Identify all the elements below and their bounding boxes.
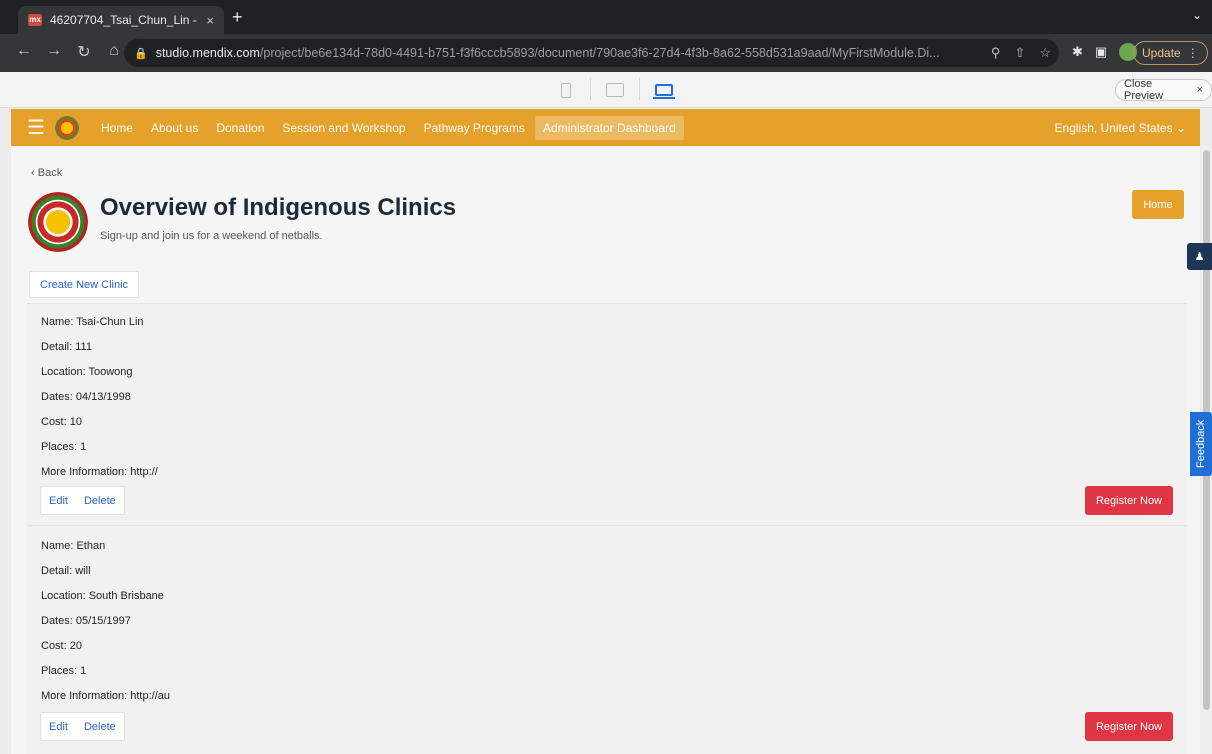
card-action-group: Edit Delete [40,486,125,515]
clinic-location: Location: South Brisbane [41,590,164,602]
clinic-detail: Detail: 111 [41,341,92,353]
divider [590,78,591,100]
phone-icon [561,82,571,98]
nav-home[interactable]: Home [93,116,141,140]
close-preview-button[interactable]: Close Preview × [1115,78,1212,102]
page-subtitle: Sign-up and join us for a weekend of net… [100,230,323,242]
tablet-view-button[interactable] [601,78,629,102]
clinic-dates: Dates: 04/13/1998 [41,391,131,403]
phone-view-button[interactable] [552,78,580,102]
nav-links: Home About us Donation Session and Works… [93,115,686,140]
chevron-left-icon: ‹ [31,167,38,179]
hamburger-menu-icon[interactable]: ☰ [27,115,45,140]
close-icon: × [1196,84,1203,96]
address-bar[interactable]: 🔒 studio.mendix.com /project/be6e134d-78… [124,39,1059,67]
browser-tab[interactable]: mx 46207704_Tsai_Chun_Lin - [D × [18,6,224,34]
tab-strip: mx 46207704_Tsai_Chun_Lin - [D × + ⌄ [0,0,1212,34]
mendix-favicon-icon: mx [28,14,42,26]
page-title: Overview of Indigenous Clinics [100,194,457,221]
edit-button[interactable]: Edit [41,721,76,733]
home-button[interactable]: Home [1132,190,1184,219]
nav-about-us[interactable]: About us [143,116,206,140]
language-label: English, United States [1054,120,1173,135]
extensions-icon[interactable]: ✱ [1072,44,1083,60]
create-new-clinic-button[interactable]: Create New Clinic [29,271,140,298]
sidepanel-icon[interactable]: ▣ [1095,44,1107,60]
close-preview-label: Close Preview [1124,78,1164,102]
clinic-places: Places: 1 [41,665,87,677]
home-icon[interactable]: ⌂ [102,42,126,62]
register-now-button[interactable]: Register Now [1085,712,1173,741]
new-tab-button[interactable]: + [232,7,243,28]
url-path: /project/be6e134d-78d0-4491-b751-f3f6ccc… [259,46,940,60]
clinic-detail: Detail: will [41,565,91,577]
language-selector[interactable]: English, United States ⌄ [1055,121,1186,135]
edit-button[interactable]: Edit [41,495,76,507]
back-link[interactable]: ‹ Back [31,167,62,179]
clinic-card: Name: Tsai-Chun Lin Detail: 111 Location… [27,303,1187,525]
main-content: ‹ Back Overview of Indigenous Clinics Si… [11,146,1200,754]
update-button[interactable]: Update ⋮ [1133,41,1208,65]
clinic-cost: Cost: 20 [41,640,82,652]
back-arrow-icon[interactable]: ← [12,42,36,62]
clinic-name: Name: Tsai-Chun Lin [41,316,144,328]
desktop-icon [653,84,675,99]
share-icon[interactable]: ⇧ [1014,45,1025,61]
card-action-group: Edit Delete [40,712,125,741]
clinic-location: Location: Toowong [41,366,133,378]
browser-toolbar: ← → ↻ ⌂ 🔒 studio.mendix.com /project/be6… [0,34,1212,72]
tab-title: 46207704_Tsai_Chun_Lin - [D [50,13,201,27]
nav-administrator-dashboard[interactable]: Administrator Dashboard [534,115,684,140]
nav-pathway-programs[interactable]: Pathway Programs [416,116,533,140]
app-navbar: ☰ Home About us Donation Session and Wor… [11,109,1200,146]
device-switcher [552,78,678,102]
browser-chrome: mx 46207704_Tsai_Chun_Lin - [D × + ⌄ ← →… [0,0,1212,72]
chevron-down-icon: ⌄ [1175,120,1186,135]
preview-toolbar: Close Preview × [0,72,1212,108]
delete-button[interactable]: Delete [76,721,124,733]
app-logo[interactable] [54,115,79,140]
feedback-tab[interactable]: Feedback [1190,412,1212,476]
clinic-places: Places: 1 [41,441,87,453]
tablet-icon [606,83,624,97]
url-host: studio.mendix.com [155,46,260,60]
kebab-menu-icon: ⋮ [1186,46,1199,60]
tab-close-icon[interactable]: × [206,13,214,28]
desktop-view-button[interactable] [650,78,678,102]
clinic-dates: Dates: 05/15/1997 [41,615,131,627]
zoom-icon[interactable]: ⚲ [991,45,1001,61]
star-icon[interactable]: ☆ [1039,45,1051,61]
nav-donation[interactable]: Donation [208,116,272,140]
divider [639,78,640,100]
reload-icon[interactable]: ↻ [72,42,96,62]
clinic-cost: Cost: 10 [41,416,82,428]
back-label: Back [37,167,63,179]
clinic-more-information: More Information: http://au [41,690,171,702]
lock-icon: 🔒 [134,47,148,60]
user-switcher-icon[interactable]: ♟ [1187,243,1212,270]
forward-arrow-icon[interactable]: → [42,42,66,62]
register-now-button[interactable]: Register Now [1085,486,1173,515]
clinic-more-information: More Information: http:// [41,466,158,478]
update-label: Update [1142,46,1181,60]
nav-session-and-workshop[interactable]: Session and Workshop [274,116,413,140]
clinic-card: Name: Ethan Detail: will Location: South… [27,525,1187,754]
delete-button[interactable]: Delete [76,495,124,507]
clinic-name: Name: Ethan [41,540,106,552]
tab-search-chevron-icon[interactable]: ⌄ [1192,8,1202,22]
clinic-logo-image [28,192,88,252]
